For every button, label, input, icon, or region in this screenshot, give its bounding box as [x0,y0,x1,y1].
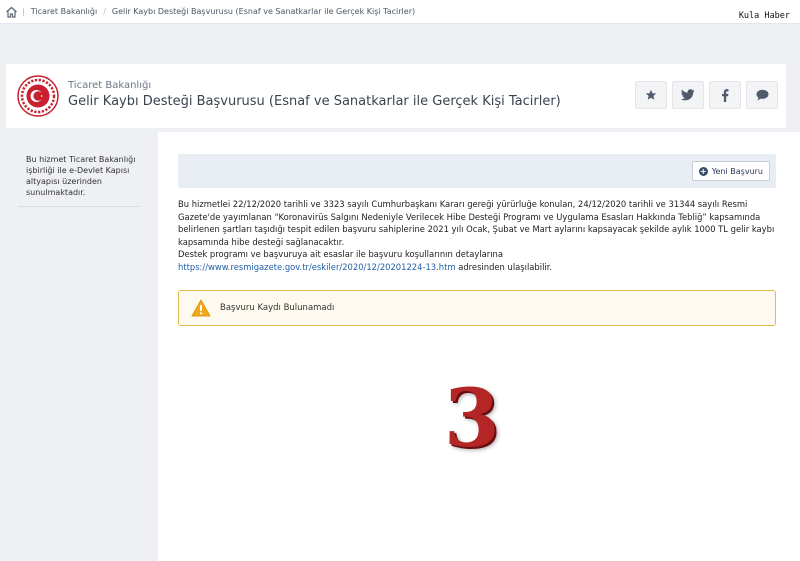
facebook-icon [722,88,729,102]
warning-icon [191,299,211,317]
page-title: Gelir Kaybı Desteği Başvurusu (Esnaf ve … [68,94,561,109]
twitter-share-button[interactable] [672,81,704,109]
alert-message: Başvuru Kaydı Bulunamadı [220,303,335,313]
description-paragraph: Bu hizmetlei 22/12/2020 tarihli ve 3323 … [178,199,775,247]
feedback-button[interactable] [746,81,778,109]
sidebar-service-info: Bu hizmet Ticaret Bakanlığı işbirliği il… [18,154,140,207]
facebook-share-button[interactable] [709,81,741,109]
twitter-icon [681,89,695,101]
institution-name: Ticaret Bakanlığı [68,80,152,91]
star-icon [645,89,657,100]
service-header: Ticaret Bakanlığı Gelir Kaybı Desteği Ba… [6,64,786,128]
new-application-label: Yeni Başvuru [711,166,763,176]
overlay-number: 3 [444,371,500,465]
watermark: Kula Haber [738,11,790,21]
ministry-logo [17,75,59,117]
sidebar: Bu hizmet Ticaret Bakanlığı işbirliği il… [18,154,140,207]
chat-bubble-icon [756,89,768,101]
plus-icon: + [698,166,708,176]
breadcrumb-bar: | Ticaret Bakanlığı / Gelir Kaybı Desteğ… [0,0,800,24]
favorite-button[interactable] [635,81,667,109]
header-actions [635,81,778,109]
action-toolbar: + Yeni Başvuru [178,154,776,188]
description-link-suffix: adresinden ulaşılabilir. [455,261,553,272]
service-description: Bu hizmetlei 22/12/2020 tarihli ve 3323 … [178,198,783,273]
home-icon[interactable] [0,0,22,24]
breadcrumb-item-current: Gelir Kaybı Desteği Başvurusu (Esnaf ve … [111,7,416,16]
breadcrumb-item-ministry[interactable]: Ticaret Bakanlığı [25,7,103,16]
description-details-line: Destek programı ve başvuruya ait esaslar… [178,249,503,259]
main-content: + Yeni Başvuru Bu hizmetlei 22/12/2020 t… [158,132,800,561]
no-record-alert: Başvuru Kaydı Bulunamadı [178,290,776,326]
new-application-button[interactable]: + Yeni Başvuru [691,161,770,181]
description-link-line: https://www.resmigazete.gov.tr/eskiler/2… [178,261,783,274]
resmi-gazete-link[interactable]: https://www.resmigazete.gov.tr/eskiler/2… [178,262,456,272]
